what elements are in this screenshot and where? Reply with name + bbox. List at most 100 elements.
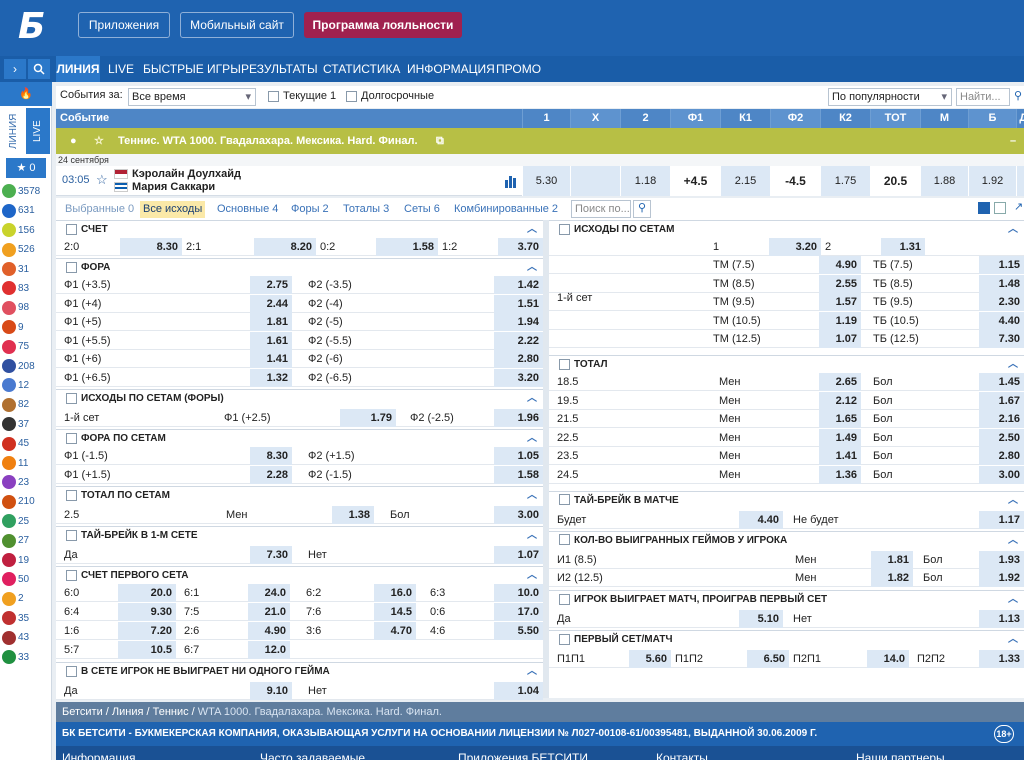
odds-cell[interactable]: 24.0 bbox=[248, 584, 290, 602]
current-checkbox[interactable]: Текущие 1 bbox=[268, 90, 336, 102]
copy-icon[interactable]: ⧉ bbox=[436, 128, 444, 154]
odds-cell[interactable]: 5.50 bbox=[494, 622, 543, 640]
odds-cell[interactable]: 4.90 bbox=[819, 256, 861, 274]
odds-cell[interactable]: 1.38 bbox=[332, 506, 374, 524]
odds-cell[interactable]: 1.81 bbox=[250, 313, 292, 331]
collapse-icon[interactable]: – bbox=[1010, 128, 1016, 154]
tab-totals[interactable]: Тоталы 3 bbox=[340, 201, 392, 218]
checkbox-icon[interactable] bbox=[66, 261, 77, 273]
odds-cell[interactable]: 1.81 bbox=[871, 550, 913, 569]
sport-item[interactable]: 45 bbox=[2, 434, 50, 454]
odds-cell[interactable]: 1.75 bbox=[820, 166, 870, 196]
sport-item[interactable]: 27 bbox=[2, 531, 50, 551]
sport-item[interactable]: 25 bbox=[2, 512, 50, 532]
sport-item[interactable]: 98 bbox=[2, 298, 50, 318]
odds-cell[interactable]: 1.19 bbox=[819, 311, 861, 330]
chevron-up-icon[interactable]: ︿ bbox=[1008, 591, 1018, 609]
sport-item[interactable]: 35 bbox=[2, 609, 50, 629]
sport-item[interactable]: 23 bbox=[2, 473, 50, 493]
tab-all[interactable]: Все исходы bbox=[140, 201, 206, 218]
checkbox-icon[interactable] bbox=[559, 593, 570, 605]
odds-cell[interactable]: 1.93 bbox=[979, 550, 1024, 569]
odds-cell[interactable] bbox=[570, 166, 620, 196]
menu-results[interactable]: РЕЗУЛЬТАТЫ bbox=[241, 56, 318, 82]
market-header[interactable]: СЧЕТ ПЕРВОГО СЕТА ︿ bbox=[56, 566, 543, 584]
odds-cell[interactable]: 7.30 bbox=[250, 546, 292, 564]
tab-main[interactable]: Основные 4 bbox=[214, 201, 281, 218]
chevron-up-icon[interactable]: ︿ bbox=[527, 663, 537, 681]
odds-cell[interactable]: 1.96 bbox=[494, 409, 543, 427]
star-icon[interactable]: ☆ bbox=[96, 172, 108, 188]
odds-cell[interactable]: 8.30 bbox=[120, 238, 182, 256]
sport-item[interactable]: 82 bbox=[2, 395, 50, 415]
breadcrumb-home[interactable]: Бетсити bbox=[62, 706, 103, 718]
odds-cell[interactable]: 10.0 bbox=[494, 584, 543, 602]
checkbox-icon[interactable] bbox=[559, 534, 570, 546]
sport-item[interactable]: 3578 bbox=[2, 182, 50, 202]
odds-cell[interactable]: 1.18 bbox=[620, 166, 670, 196]
odds-cell[interactable]: 4.40 bbox=[739, 510, 783, 529]
odds-cell[interactable]: 2.75 bbox=[250, 276, 292, 294]
odds-cell[interactable]: 3.00 bbox=[979, 466, 1024, 484]
odds-cell[interactable]: 1.45 bbox=[979, 373, 1024, 391]
tournament-header[interactable]: ● ☆ Теннис. WTA 1000. Гвадалахара. Мекси… bbox=[56, 128, 1024, 154]
market-header[interactable]: ФОРА ︿ bbox=[56, 258, 543, 276]
menu-promo[interactable]: ПРОМО bbox=[496, 56, 541, 82]
odds-cell[interactable]: 1.49 bbox=[819, 428, 861, 447]
odds-cell[interactable]: 3.20 bbox=[494, 368, 543, 387]
odds-cell[interactable]: 4.90 bbox=[248, 622, 290, 640]
odds-cell[interactable]: 14.5 bbox=[374, 603, 416, 621]
odds-cell[interactable]: 2.80 bbox=[979, 447, 1024, 466]
menu-info[interactable]: ИНФОРМАЦИЯ bbox=[407, 56, 495, 82]
chevron-up-icon[interactable]: ︿ bbox=[1008, 532, 1018, 550]
checkbox-icon[interactable] bbox=[66, 569, 77, 581]
odds-cell[interactable]: 2.15 bbox=[720, 166, 770, 196]
market-header[interactable]: КОЛ-ВО ВЫИГРАННЫХ ГЕЙМОВ У ИГРОКА ︿ bbox=[549, 530, 1024, 550]
menu-fast-games[interactable]: БЫСТРЫЕ ИГРЫ bbox=[143, 56, 241, 82]
market-header[interactable]: ТАЙ-БРЕЙК В 1-М СЕТЕ ︿ bbox=[56, 526, 543, 544]
chevron-up-icon[interactable]: ︿ bbox=[1008, 631, 1018, 649]
market-header[interactable]: ФОРА ПО СЕТАМ ︿ bbox=[56, 429, 543, 447]
footer-contacts[interactable]: Контакты bbox=[656, 746, 708, 760]
odds-cell[interactable]: 6.50 bbox=[747, 649, 789, 668]
chevron-up-icon[interactable]: ︿ bbox=[527, 221, 537, 239]
odds-cell[interactable]: 1.41 bbox=[819, 447, 861, 466]
odds-cell[interactable]: 1.94 bbox=[494, 313, 543, 331]
odds-cell[interactable]: 1.04 bbox=[494, 682, 543, 700]
sport-item[interactable]: 2 bbox=[2, 589, 50, 609]
fire-icon[interactable]: 🔥 bbox=[0, 82, 52, 106]
odds-cell[interactable]: 21.0 bbox=[248, 603, 290, 621]
sport-item[interactable]: 50 bbox=[2, 570, 50, 590]
footer-info[interactable]: Информация bbox=[62, 746, 135, 760]
breadcrumb-line[interactable]: Линия bbox=[112, 706, 144, 718]
odds-cell[interactable]: 1.36 bbox=[819, 466, 861, 484]
odds-cell[interactable]: 1.92 bbox=[979, 569, 1024, 588]
chevron-up-icon[interactable]: ︿ bbox=[527, 487, 537, 505]
column-6[interactable]: Ф2 bbox=[770, 109, 820, 128]
chevron-up-icon[interactable]: ︿ bbox=[1008, 492, 1018, 510]
sport-item[interactable]: 156 bbox=[2, 221, 50, 241]
column-11[interactable]: ДОП bbox=[1016, 109, 1024, 128]
odds-cell[interactable]: 1.32 bbox=[250, 368, 292, 387]
odds-cell[interactable]: 5.10 bbox=[739, 609, 783, 628]
column-8[interactable]: ТОТ bbox=[870, 109, 920, 128]
odds-cell[interactable]: 7.30 bbox=[979, 330, 1024, 349]
market-header[interactable]: В СЕТЕ ИГРОК НЕ ВЫИГРАЕТ НИ ОДНОГО ГЕЙМА… bbox=[56, 662, 543, 680]
market-header[interactable]: ИСХОДЫ ПО СЕТАМ ︿ bbox=[549, 220, 1024, 238]
odds-cell[interactable]: 1.17 bbox=[979, 510, 1024, 529]
odds-cell[interactable]: 8.30 bbox=[250, 447, 292, 465]
odds-cell[interactable]: 14.0 bbox=[867, 649, 909, 668]
breadcrumb-sport[interactable]: Теннис bbox=[153, 706, 189, 718]
sport-item[interactable]: 75 bbox=[2, 337, 50, 357]
chevron-up-icon[interactable]: ︿ bbox=[527, 527, 537, 545]
checkbox-icon[interactable] bbox=[66, 489, 77, 501]
tab-combined[interactable]: Комбинированные 2 bbox=[451, 201, 561, 218]
odds-cell[interactable]: 3.00 bbox=[494, 506, 543, 524]
odds-cell[interactable]: 17.0 bbox=[494, 603, 543, 621]
odds-cell[interactable]: 3.20 bbox=[769, 238, 821, 256]
menu-line[interactable]: ЛИНИЯ bbox=[56, 56, 100, 82]
odds-cell[interactable]: 1.88 bbox=[920, 166, 968, 196]
search-input[interactable]: Найти... bbox=[956, 88, 1010, 106]
odds-cell[interactable]: 1.57 bbox=[819, 293, 861, 312]
checkbox-icon[interactable] bbox=[559, 633, 570, 645]
